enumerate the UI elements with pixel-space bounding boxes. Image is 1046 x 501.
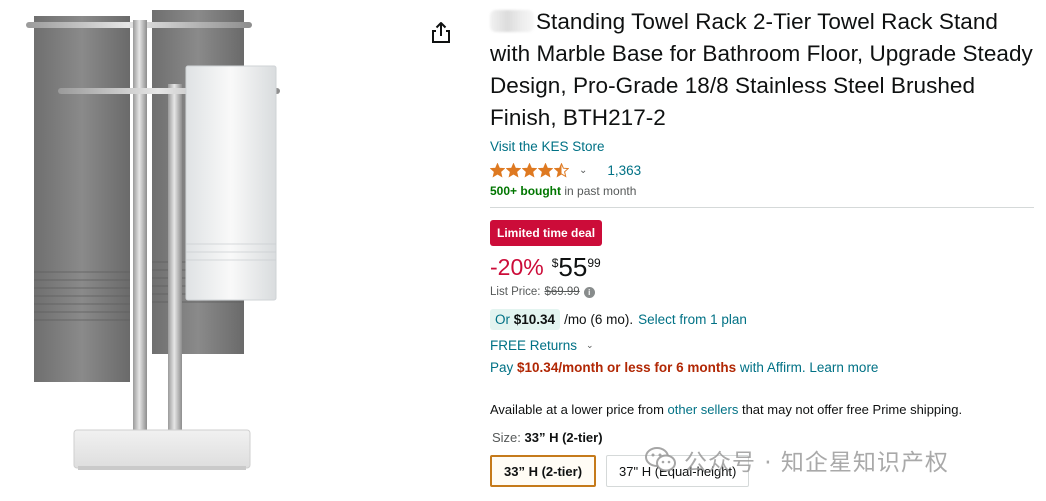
current-price: $ 55 99 — [552, 252, 601, 282]
info-icon[interactable]: i — [583, 286, 595, 298]
star-icon — [522, 162, 537, 178]
bought-info: 500+ bought in past month — [490, 184, 1036, 198]
star-icon — [490, 162, 505, 178]
list-price-value: $69.99 — [544, 286, 580, 298]
star-icon — [538, 162, 553, 178]
redacted-brand — [490, 10, 534, 32]
affirm-with: with Affirm. — [739, 360, 806, 375]
list-price-label: List Price: — [490, 286, 541, 298]
product-title-text: Standing Towel Rack 2-Tier Towel Rack St… — [490, 9, 1033, 130]
monthly-suffix: /mo (6 mo). — [564, 312, 634, 327]
other-sellers-before: Available at a lower price from — [490, 402, 664, 417]
store-link[interactable]: Visit the KES Store — [490, 139, 605, 154]
discount-percent: -20% — [490, 254, 544, 280]
monthly-pill: Or $10.34 — [490, 309, 561, 330]
bought-suffix: in past month — [561, 184, 637, 198]
free-returns-label[interactable]: FREE Returns — [490, 338, 577, 353]
divider — [490, 207, 1034, 208]
other-sellers-after: that may not offer free Prime shipping. — [741, 402, 963, 417]
chevron-down-icon[interactable]: ⌄ — [586, 340, 594, 351]
star-rating[interactable] — [490, 162, 569, 178]
price-row: -20% $ 55 99 — [490, 252, 1036, 282]
affirm-offer: Pay $10.34/month or less for 6 months wi… — [490, 360, 1036, 375]
currency-symbol: $ — [551, 256, 559, 270]
rating-row: ⌄ 1,363 — [490, 161, 1036, 179]
monthly-amount: $10.34 — [513, 312, 556, 327]
select-plan-link[interactable]: Select from 1 plan — [638, 312, 747, 327]
size-selected-value: 33” H (2-tier) — [524, 430, 603, 445]
chevron-down-icon[interactable]: ⌄ — [579, 165, 587, 176]
other-sellers-note: Available at a lower price from other se… — [490, 402, 1036, 417]
product-details: Standing Towel Rack 2-Tier Towel Rack St… — [490, 6, 1036, 487]
watermark-text: 公众号 · 知企星知识产权 — [684, 450, 949, 476]
size-option-33-2-tier[interactable]: 33” H (2-tier) — [490, 455, 597, 487]
affirm-pay: Pay — [490, 360, 514, 375]
product-image[interactable] — [0, 0, 420, 501]
bought-count: 500+ bought — [490, 184, 562, 198]
product-title: Standing Towel Rack 2-Tier Towel Rack St… — [490, 6, 1036, 134]
size-label-text: Size: — [492, 430, 521, 445]
wechat-logo-icon — [645, 447, 676, 472]
deal-badge: Limited time deal — [490, 220, 603, 246]
share-icon[interactable] — [428, 20, 454, 46]
watermark: 公众号 · 知企星知识产权 — [644, 443, 949, 477]
learn-more-link[interactable]: Learn more — [809, 360, 878, 375]
price-whole: 55 — [558, 252, 588, 282]
towel-rack-illustration — [26, 10, 280, 470]
monthly-payment: Or $10.34 /mo (6 mo). Select from 1 plan — [490, 309, 1036, 330]
other-sellers-link[interactable]: other sellers — [668, 402, 739, 417]
star-icon — [554, 162, 569, 178]
price-fraction: 99 — [587, 256, 601, 270]
affirm-amount: $10.34/month or less for 6 months — [517, 360, 737, 375]
or-label: Or — [495, 312, 510, 327]
list-price: List Price: $69.99 i — [490, 286, 1036, 298]
rating-count-link[interactable]: 1,363 — [607, 163, 641, 178]
free-returns[interactable]: FREE Returns ⌄ — [490, 338, 1036, 353]
star-icon — [506, 162, 521, 178]
